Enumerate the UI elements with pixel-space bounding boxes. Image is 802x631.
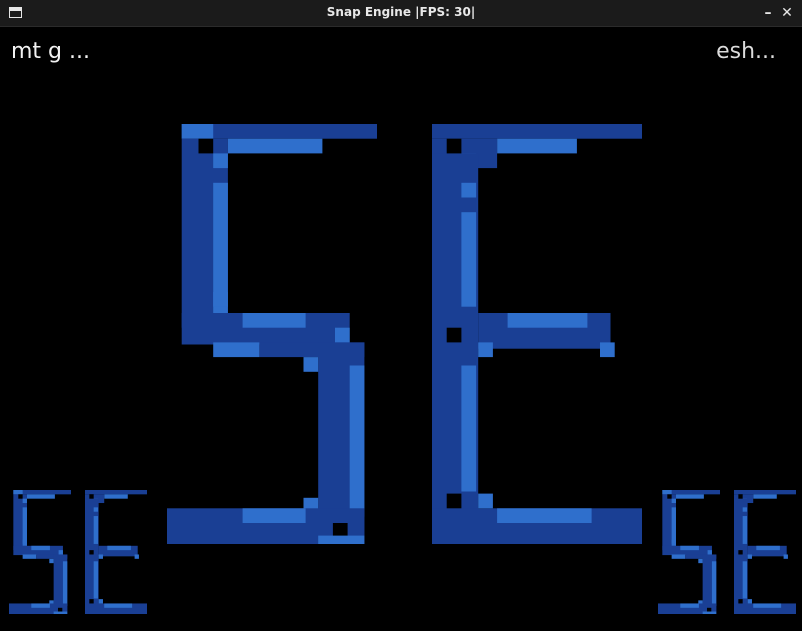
logo-large-s: [167, 124, 377, 544]
logo-small-s-left: [9, 490, 71, 614]
hud-right-text: esh...: [716, 39, 776, 64]
minimize-button[interactable]: –: [759, 4, 777, 22]
game-viewport[interactable]: mt g ... esh...: [0, 27, 802, 631]
window-title: Snap Engine |FPS: 30|: [326, 5, 476, 19]
logo-small-e-right: [734, 490, 796, 614]
close-button[interactable]: ✕: [778, 4, 796, 22]
close-icon: ✕: [781, 5, 793, 21]
title-bar[interactable]: Snap Engine |FPS: 30| – ✕: [0, 0, 802, 27]
minimize-icon: –: [764, 5, 772, 21]
logo-small-e-left: [85, 490, 147, 614]
logo-large-e: [432, 124, 642, 544]
hud-left-text: mt g ...: [11, 39, 90, 64]
logo-small-s-right: [658, 490, 720, 614]
